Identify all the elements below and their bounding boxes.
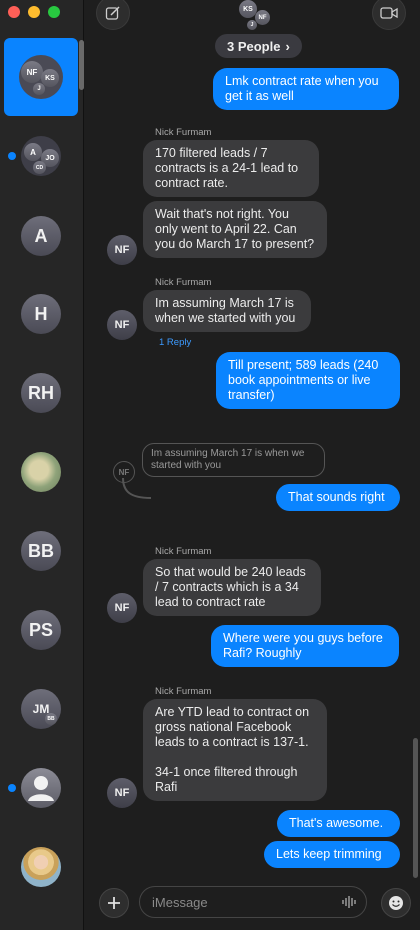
sidebar-scrollbar[interactable]	[79, 40, 84, 90]
outgoing-message[interactable]: That's awesome.	[277, 810, 400, 837]
video-camera-icon	[380, 7, 398, 19]
compose-button[interactable]	[96, 0, 130, 30]
minimize-window-button[interactable]	[28, 6, 40, 18]
contact-avatar: A	[21, 216, 61, 256]
add-attachment-button[interactable]	[99, 888, 129, 918]
outgoing-message[interactable]: Where were you guys before Rafi? Roughly	[211, 625, 399, 667]
money-photo-avatar	[21, 452, 61, 492]
group-avatar: NF KS J	[19, 55, 63, 99]
contact-avatar: H	[21, 294, 61, 334]
conversation-item-h[interactable]: H	[4, 275, 78, 353]
group-avatar-member: CD	[33, 161, 46, 174]
messages-window: NF KS J A JO CD A H RH BB PS JM BB KS NF…	[0, 0, 420, 930]
sender-avatar[interactable]: NF	[107, 235, 137, 265]
incoming-message[interactable]: 170 filtered leads / 7 contracts is a 24…	[143, 140, 319, 197]
outgoing-message[interactable]: Till present; 589 leads (240 book appoin…	[216, 352, 400, 409]
header-member-avatar: NF	[255, 10, 270, 25]
incoming-message[interactable]: Wait that's not right. You only went to …	[143, 201, 327, 258]
contact-avatar: PS	[21, 610, 61, 650]
person-icon	[28, 776, 54, 801]
contact-avatar: JM BB	[21, 689, 61, 729]
sender-name: Nick Furmam	[155, 546, 212, 557]
group-avatar-member: NF	[21, 61, 43, 83]
group-avatar: A JO CD	[21, 136, 61, 176]
conversation-item-photo-person[interactable]	[4, 828, 78, 906]
conversation-pane: KS NF J 3 People › Lmk contract rate whe…	[85, 0, 420, 930]
incoming-message[interactable]: Are YTD lead to contract on gross nation…	[143, 699, 327, 801]
facetime-button[interactable]	[372, 0, 406, 30]
group-avatar-member: A	[24, 143, 42, 161]
conversation-item-a[interactable]: A	[4, 197, 78, 275]
sender-name: Nick Furmam	[155, 686, 212, 697]
quoted-reply-preview[interactable]: Im assuming March 17 is when we started …	[142, 443, 325, 477]
person-silhouette-avatar	[21, 768, 61, 808]
conversation-item-bb[interactable]: BB	[4, 512, 78, 590]
secondary-avatar: BB	[45, 713, 57, 725]
conversation-item-photo-money[interactable]	[4, 433, 78, 511]
zoom-window-button[interactable]	[48, 6, 60, 18]
header-member-avatar: J	[247, 20, 257, 30]
message-paragraph: 34-1 once filtered through Rafi	[155, 765, 298, 794]
conversation-item-group[interactable]: A JO CD	[4, 117, 78, 195]
group-members-button[interactable]: 3 People ›	[215, 34, 302, 58]
contact-avatar: RH	[21, 373, 61, 413]
conversation-item-ps[interactable]: PS	[4, 591, 78, 669]
compose-icon	[105, 6, 120, 20]
conversation-item-selected-group[interactable]: NF KS J	[4, 38, 78, 116]
plus-icon	[108, 897, 120, 909]
sender-name: Nick Furmam	[155, 277, 212, 288]
people-count: 3 People	[227, 38, 281, 54]
sender-avatar[interactable]: NF	[107, 593, 137, 623]
reply-thread-line	[122, 478, 152, 499]
sender-avatar[interactable]: NF	[107, 310, 137, 340]
conversation-item-unknown[interactable]	[4, 749, 78, 827]
emoji-button[interactable]	[381, 888, 411, 918]
header-group-avatar[interactable]: KS NF J	[235, 0, 270, 30]
thread-reply-link[interactable]: 1 Reply	[159, 337, 191, 348]
conversation-item-jm[interactable]: JM BB	[4, 670, 78, 748]
contact-avatar: BB	[21, 531, 61, 571]
audio-waveform-icon[interactable]	[341, 895, 357, 909]
sender-avatar[interactable]: NF	[107, 778, 137, 808]
message-paragraph: Are YTD lead to contract on gross nation…	[155, 705, 310, 749]
window-controls	[8, 6, 60, 18]
message-input[interactable]	[139, 886, 367, 918]
chevron-right-icon: ›	[285, 38, 290, 54]
person-photo-avatar	[21, 847, 61, 887]
outgoing-message[interactable]: Lmk contract rate when you get it as wel…	[213, 68, 399, 110]
conversation-scrollbar[interactable]	[413, 738, 418, 878]
conversation-sidebar: NF KS J A JO CD A H RH BB PS JM BB	[0, 0, 84, 930]
conversation-item-rh[interactable]: RH	[4, 354, 78, 432]
outgoing-message[interactable]: That sounds right	[276, 484, 400, 511]
close-window-button[interactable]	[8, 6, 20, 18]
emoji-icon	[389, 896, 403, 910]
outgoing-message[interactable]: Lets keep trimming	[264, 841, 400, 868]
sender-name: Nick Furmam	[155, 127, 212, 138]
conversation-toolbar: KS NF J	[85, 0, 420, 36]
incoming-message[interactable]: Im assuming March 17 is when we started …	[143, 290, 311, 332]
group-avatar-member: J	[33, 83, 45, 95]
incoming-message[interactable]: So that would be 240 leads / 7 contracts…	[143, 559, 321, 616]
message-composer	[85, 884, 420, 930]
